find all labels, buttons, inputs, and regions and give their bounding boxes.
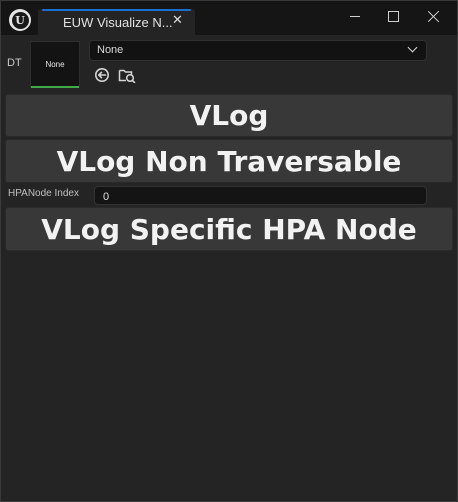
maximize-icon [387, 10, 399, 22]
maximize-button[interactable] [375, 3, 411, 29]
tab-title: EUW Visualize N... [63, 15, 173, 30]
use-selected-asset-button[interactable] [93, 66, 111, 84]
minimize-icon [350, 15, 360, 17]
tab-euw-visualize[interactable]: EUW Visualize N... ✕ [38, 9, 195, 35]
use-selected-asset-icon [95, 68, 109, 82]
asset-thumbnail[interactable]: None [30, 41, 80, 88]
vlog-specific-hpa-node-button[interactable]: VLog Specific HPA Node [5, 207, 453, 251]
close-icon [428, 10, 440, 22]
dt-label: DT [7, 57, 22, 69]
hpa-node-index-input[interactable] [94, 186, 427, 205]
minimize-button[interactable] [337, 3, 373, 29]
vlog-button[interactable]: VLog [5, 94, 453, 137]
tab-close-icon[interactable]: ✕ [172, 13, 183, 29]
asset-thumbnail-label: None [45, 60, 65, 69]
asset-type-color-bar [31, 86, 79, 88]
hpa-node-index-label: HPANode Index [8, 188, 79, 199]
asset-picker-dropdown[interactable]: None [89, 40, 427, 61]
close-window-button[interactable] [416, 3, 452, 29]
title-bar[interactable]: U EUW Visualize N... ✕ [1, 1, 457, 35]
browse-to-asset-button[interactable] [118, 66, 136, 84]
vlog-non-traversable-button[interactable]: VLog Non Traversable [5, 139, 453, 183]
tab-active-indicator [42, 9, 191, 11]
editor-utility-window: U EUW Visualize N... ✕ DT None None VLog… [0, 0, 458, 502]
browse-asset-icon [118, 69, 136, 83]
asset-picker-value: None [97, 44, 124, 56]
unreal-engine-logo-icon: U [9, 9, 31, 31]
chevron-down-icon [407, 42, 418, 53]
